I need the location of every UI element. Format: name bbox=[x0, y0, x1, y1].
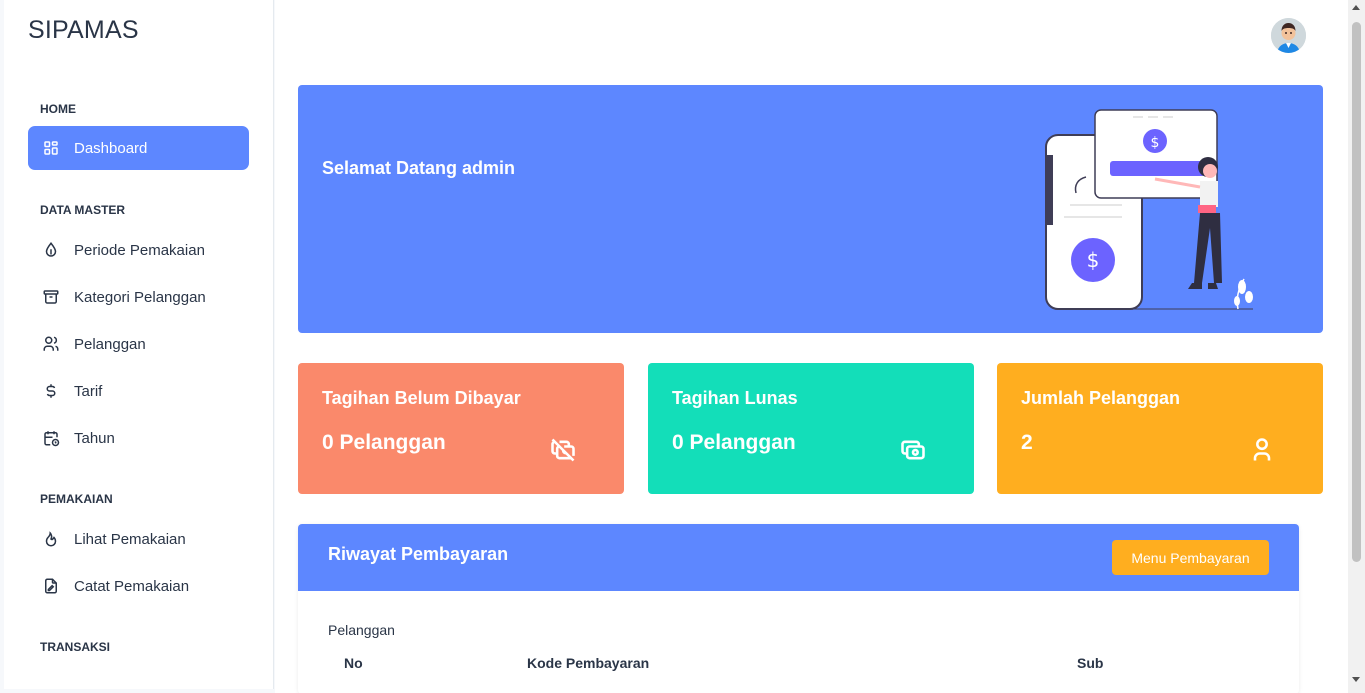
sidebar-item-label: Tahun bbox=[74, 429, 115, 447]
sidebar-item-pelanggan[interactable]: Pelanggan bbox=[28, 322, 249, 366]
sidebar-item-periode-pemakaian[interactable]: Periode Pemakaian bbox=[28, 228, 249, 272]
sidebar-item-kategori-pelanggan[interactable]: Kategori Pelanggan bbox=[28, 275, 249, 319]
user-icon bbox=[1247, 435, 1277, 465]
droplet-icon bbox=[40, 239, 62, 261]
users-icon bbox=[40, 333, 62, 355]
column-header-kode-pembayaran: Kode Pembayaran bbox=[527, 655, 650, 671]
avatar[interactable] bbox=[1271, 18, 1306, 53]
scroll-thumb[interactable] bbox=[1352, 22, 1361, 562]
svg-text:$: $ bbox=[1087, 248, 1100, 272]
flame-icon bbox=[40, 528, 62, 550]
card-value: 0 Pelanggan bbox=[322, 431, 446, 454]
card-title: Tagihan Belum Dibayar bbox=[322, 388, 521, 408]
column-header-no: No bbox=[344, 655, 363, 671]
cash-off-icon bbox=[548, 435, 578, 465]
main-content: Selamat Datang admin $ $ Tagihan Belum D… bbox=[275, 0, 1348, 693]
section-transaksi: TRANSAKSI bbox=[40, 640, 111, 654]
sidebar-item-label: Periode Pemakaian bbox=[74, 241, 205, 259]
payment-history-header: Riwayat Pembayaran Menu Pembayaran bbox=[298, 524, 1299, 591]
sidebar-item-tarif[interactable]: Tarif bbox=[28, 369, 249, 413]
card-jumlah-pelanggan: Jumlah Pelanggan 2 bbox=[997, 363, 1323, 494]
sidebar-item-label: Lihat Pemakaian bbox=[74, 530, 186, 548]
column-header-sub: Sub bbox=[1077, 655, 1104, 671]
section-home: HOME bbox=[40, 102, 76, 116]
sidebar-item-lihat-pemakaian[interactable]: Lihat Pemakaian bbox=[28, 517, 249, 561]
welcome-text: Selamat Datang admin bbox=[322, 158, 516, 178]
sidebar-item-label: Tarif bbox=[74, 382, 103, 400]
file-edit-icon bbox=[40, 575, 62, 597]
scroll-down-icon[interactable] bbox=[1352, 677, 1360, 682]
sidebar-item-dashboard[interactable]: Dashboard bbox=[28, 126, 249, 170]
section-pemakaian: PEMAKAIAN bbox=[40, 492, 113, 506]
sidebar-item-tahun[interactable]: Tahun bbox=[28, 416, 249, 460]
archive-icon bbox=[40, 286, 62, 308]
customer-label: Pelanggan bbox=[328, 622, 395, 638]
payment-history-title: Riwayat Pembayaran bbox=[328, 544, 509, 564]
card-title: Jumlah Pelanggan bbox=[1021, 388, 1181, 408]
brand-logo[interactable]: SIPAMAS bbox=[28, 16, 139, 45]
card-title: Tagihan Lunas bbox=[672, 388, 798, 408]
card-value: 0 Pelanggan bbox=[672, 431, 796, 454]
card-tagihan-lunas: Tagihan Lunas 0 Pelanggan bbox=[648, 363, 974, 494]
section-data-master: DATA MASTER bbox=[40, 203, 126, 217]
scroll-up-icon[interactable] bbox=[1352, 5, 1360, 10]
svg-text:$: $ bbox=[1151, 135, 1160, 151]
menu-pembayaran-button[interactable]: Menu Pembayaran bbox=[1112, 540, 1269, 575]
sidebar-item-label: Dashboard bbox=[74, 139, 148, 157]
dashboard-icon bbox=[40, 137, 62, 159]
card-value: 2 bbox=[1021, 431, 1033, 454]
welcome-banner: Selamat Datang admin $ $ bbox=[298, 85, 1323, 333]
page-scrollbar[interactable] bbox=[1348, 0, 1365, 693]
dollar-icon bbox=[40, 380, 62, 402]
sidebar-item-label: Catat Pemakaian bbox=[74, 577, 190, 595]
sidebar-item-catat-pemakaian[interactable]: Catat Pemakaian bbox=[28, 564, 249, 608]
calendar-icon bbox=[40, 427, 62, 449]
sidebar-item-label: Kategori Pelanggan bbox=[74, 288, 206, 306]
payment-illustration: $ $ bbox=[1045, 109, 1253, 310]
sidebar-item-label: Pelanggan bbox=[74, 335, 146, 353]
card-tagihan-belum-dibayar: Tagihan Belum Dibayar 0 Pelanggan bbox=[298, 363, 624, 494]
cash-icon bbox=[898, 435, 928, 465]
payment-history-panel: Riwayat Pembayaran Menu Pembayaran Pelan… bbox=[298, 524, 1299, 693]
sidebar: SIPAMAS HOME Dashboard DATA MASTER Perio… bbox=[4, 0, 274, 689]
